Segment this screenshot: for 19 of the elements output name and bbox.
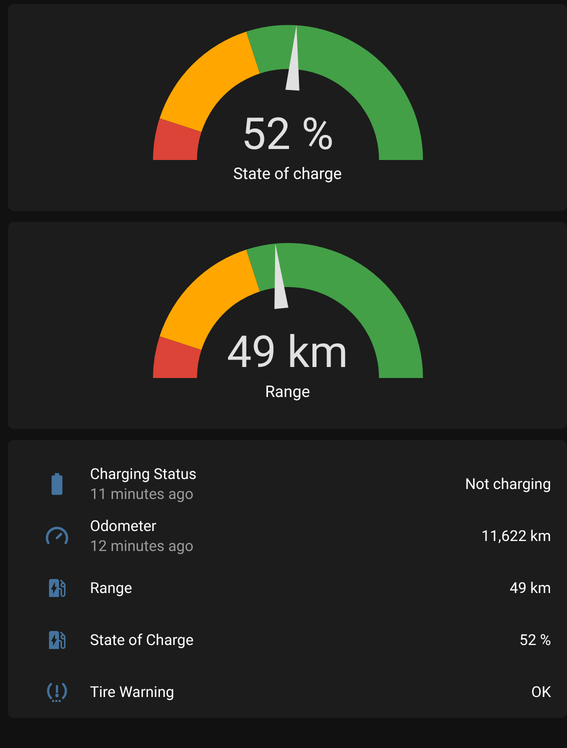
gauge-needle	[274, 244, 288, 309]
entity-name[interactable]: Odometer	[90, 516, 482, 536]
gauge-value: 52 %	[241, 112, 334, 156]
gauge-value: 49 km	[226, 330, 348, 374]
gauge-needle	[284, 25, 299, 91]
tire-warning-icon	[45, 680, 69, 704]
entity-value: 11,622 km	[481, 526, 551, 547]
entity-name[interactable]: State of Charge	[90, 630, 520, 650]
entity-name[interactable]: Charging Status	[90, 464, 466, 484]
last-updated-text: 11 minutes ago	[90, 484, 194, 504]
entity-value: OK	[531, 682, 551, 703]
last-updated-text: 12 minutes ago	[90, 536, 194, 556]
gauge-label: State of charge	[233, 163, 342, 185]
entity-value: 49 km	[510, 578, 551, 599]
entity-name[interactable]: Range	[90, 578, 510, 598]
entity-name[interactable]: Tire Warning	[90, 682, 532, 702]
entity-value: Not charging	[465, 474, 551, 495]
gauge-label: Range	[265, 381, 310, 403]
entity-value: 52 %	[519, 630, 551, 651]
